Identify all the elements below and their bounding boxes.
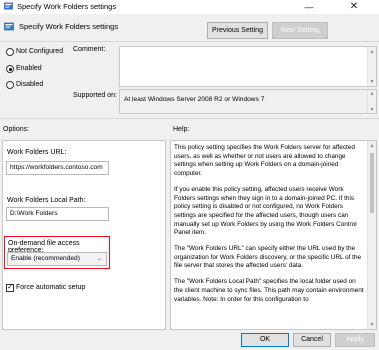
ondemand-select-value: Enable (recommended) xyxy=(11,255,80,262)
scroll-thumb[interactable] xyxy=(370,153,374,213)
help-scrollbar[interactable]: ▴ ▾ xyxy=(367,141,376,329)
scroll-up-icon[interactable]: ▴ xyxy=(368,142,376,149)
next-setting-button[interactable]: Next Setting xyxy=(272,22,328,39)
help-paragraph: This policy setting specifies the Work F… xyxy=(174,144,355,178)
scroll-up-icon[interactable]: ▴ xyxy=(368,90,376,97)
enabled-label: Enabled xyxy=(16,65,42,72)
window-title: Specify Work Folders settings xyxy=(17,2,117,11)
scroll-down-icon[interactable]: ▾ xyxy=(368,78,376,85)
comment-textarea[interactable]: ▴ ▾ xyxy=(119,46,377,87)
not-configured-radio[interactable] xyxy=(6,48,14,56)
supported-on-field: At least Windows Server 2008 R2 or Windo… xyxy=(119,89,377,114)
header-divider xyxy=(0,41,379,42)
force-automatic-setup-checkbox[interactable]: ✓ xyxy=(6,284,14,292)
enabled-radio[interactable] xyxy=(6,65,14,73)
supported-on-label: Supported on: xyxy=(73,92,117,99)
supported-on-scrollbar[interactable]: ▴ ▾ xyxy=(367,90,376,113)
work-folders-url-label: Work Folders URL: xyxy=(7,149,67,156)
policy-app-icon xyxy=(4,2,13,10)
supported-on-value: At least Windows Server 2008 R2 or Windo… xyxy=(124,96,265,103)
ondemand-select[interactable]: Enable (recommended) ⌄ xyxy=(7,252,107,266)
ok-button[interactable]: OK xyxy=(241,333,289,347)
help-label: Help: xyxy=(173,126,190,133)
cancel-button[interactable]: Cancel xyxy=(293,333,331,347)
help-paragraph: The "Work Folders Local Path" specifies … xyxy=(174,278,364,303)
help-paragraph: The "Work Folders URL" can specify eithe… xyxy=(174,245,362,270)
comment-label: Comment: xyxy=(73,46,106,53)
scroll-down-icon[interactable]: ▾ xyxy=(368,321,376,328)
force-automatic-setup-label: Force automatic setup xyxy=(16,284,86,291)
options-label: Options: xyxy=(3,126,30,133)
chevron-down-icon: ⌄ xyxy=(96,256,102,262)
not-configured-label: Not Configured xyxy=(16,48,64,55)
ondemand-highlight: On-demand file access preference: Enable… xyxy=(4,236,110,269)
comment-scrollbar[interactable]: ▴ ▾ xyxy=(367,47,376,86)
policy-setting-icon xyxy=(4,22,14,31)
work-folders-local-path-input[interactable]: D:\Work Folders xyxy=(6,207,109,221)
minimize-icon[interactable]: — xyxy=(295,0,323,14)
section-divider xyxy=(0,118,379,119)
scroll-down-icon[interactable]: ▾ xyxy=(368,106,376,113)
disabled-radio[interactable] xyxy=(6,81,14,89)
previous-setting-button[interactable]: Previous Setting xyxy=(207,22,268,39)
work-folders-local-path-label: Work Folders Local Path: xyxy=(7,197,86,204)
scroll-up-icon[interactable]: ▴ xyxy=(368,48,376,55)
apply-button[interactable]: Apply xyxy=(335,333,375,347)
work-folders-url-input[interactable]: https://workfolders.contoso.com xyxy=(6,161,109,175)
help-pane: This policy setting specifies the Work F… xyxy=(170,140,377,330)
disabled-label: Disabled xyxy=(16,81,44,88)
setting-title: Specify Work Folders settings xyxy=(19,22,119,31)
options-pane: Work Folders URL: https://workfolders.co… xyxy=(2,140,166,330)
help-paragraph: If you enable this policy setting, affec… xyxy=(174,185,357,237)
close-icon[interactable]: ✕ xyxy=(340,0,368,14)
